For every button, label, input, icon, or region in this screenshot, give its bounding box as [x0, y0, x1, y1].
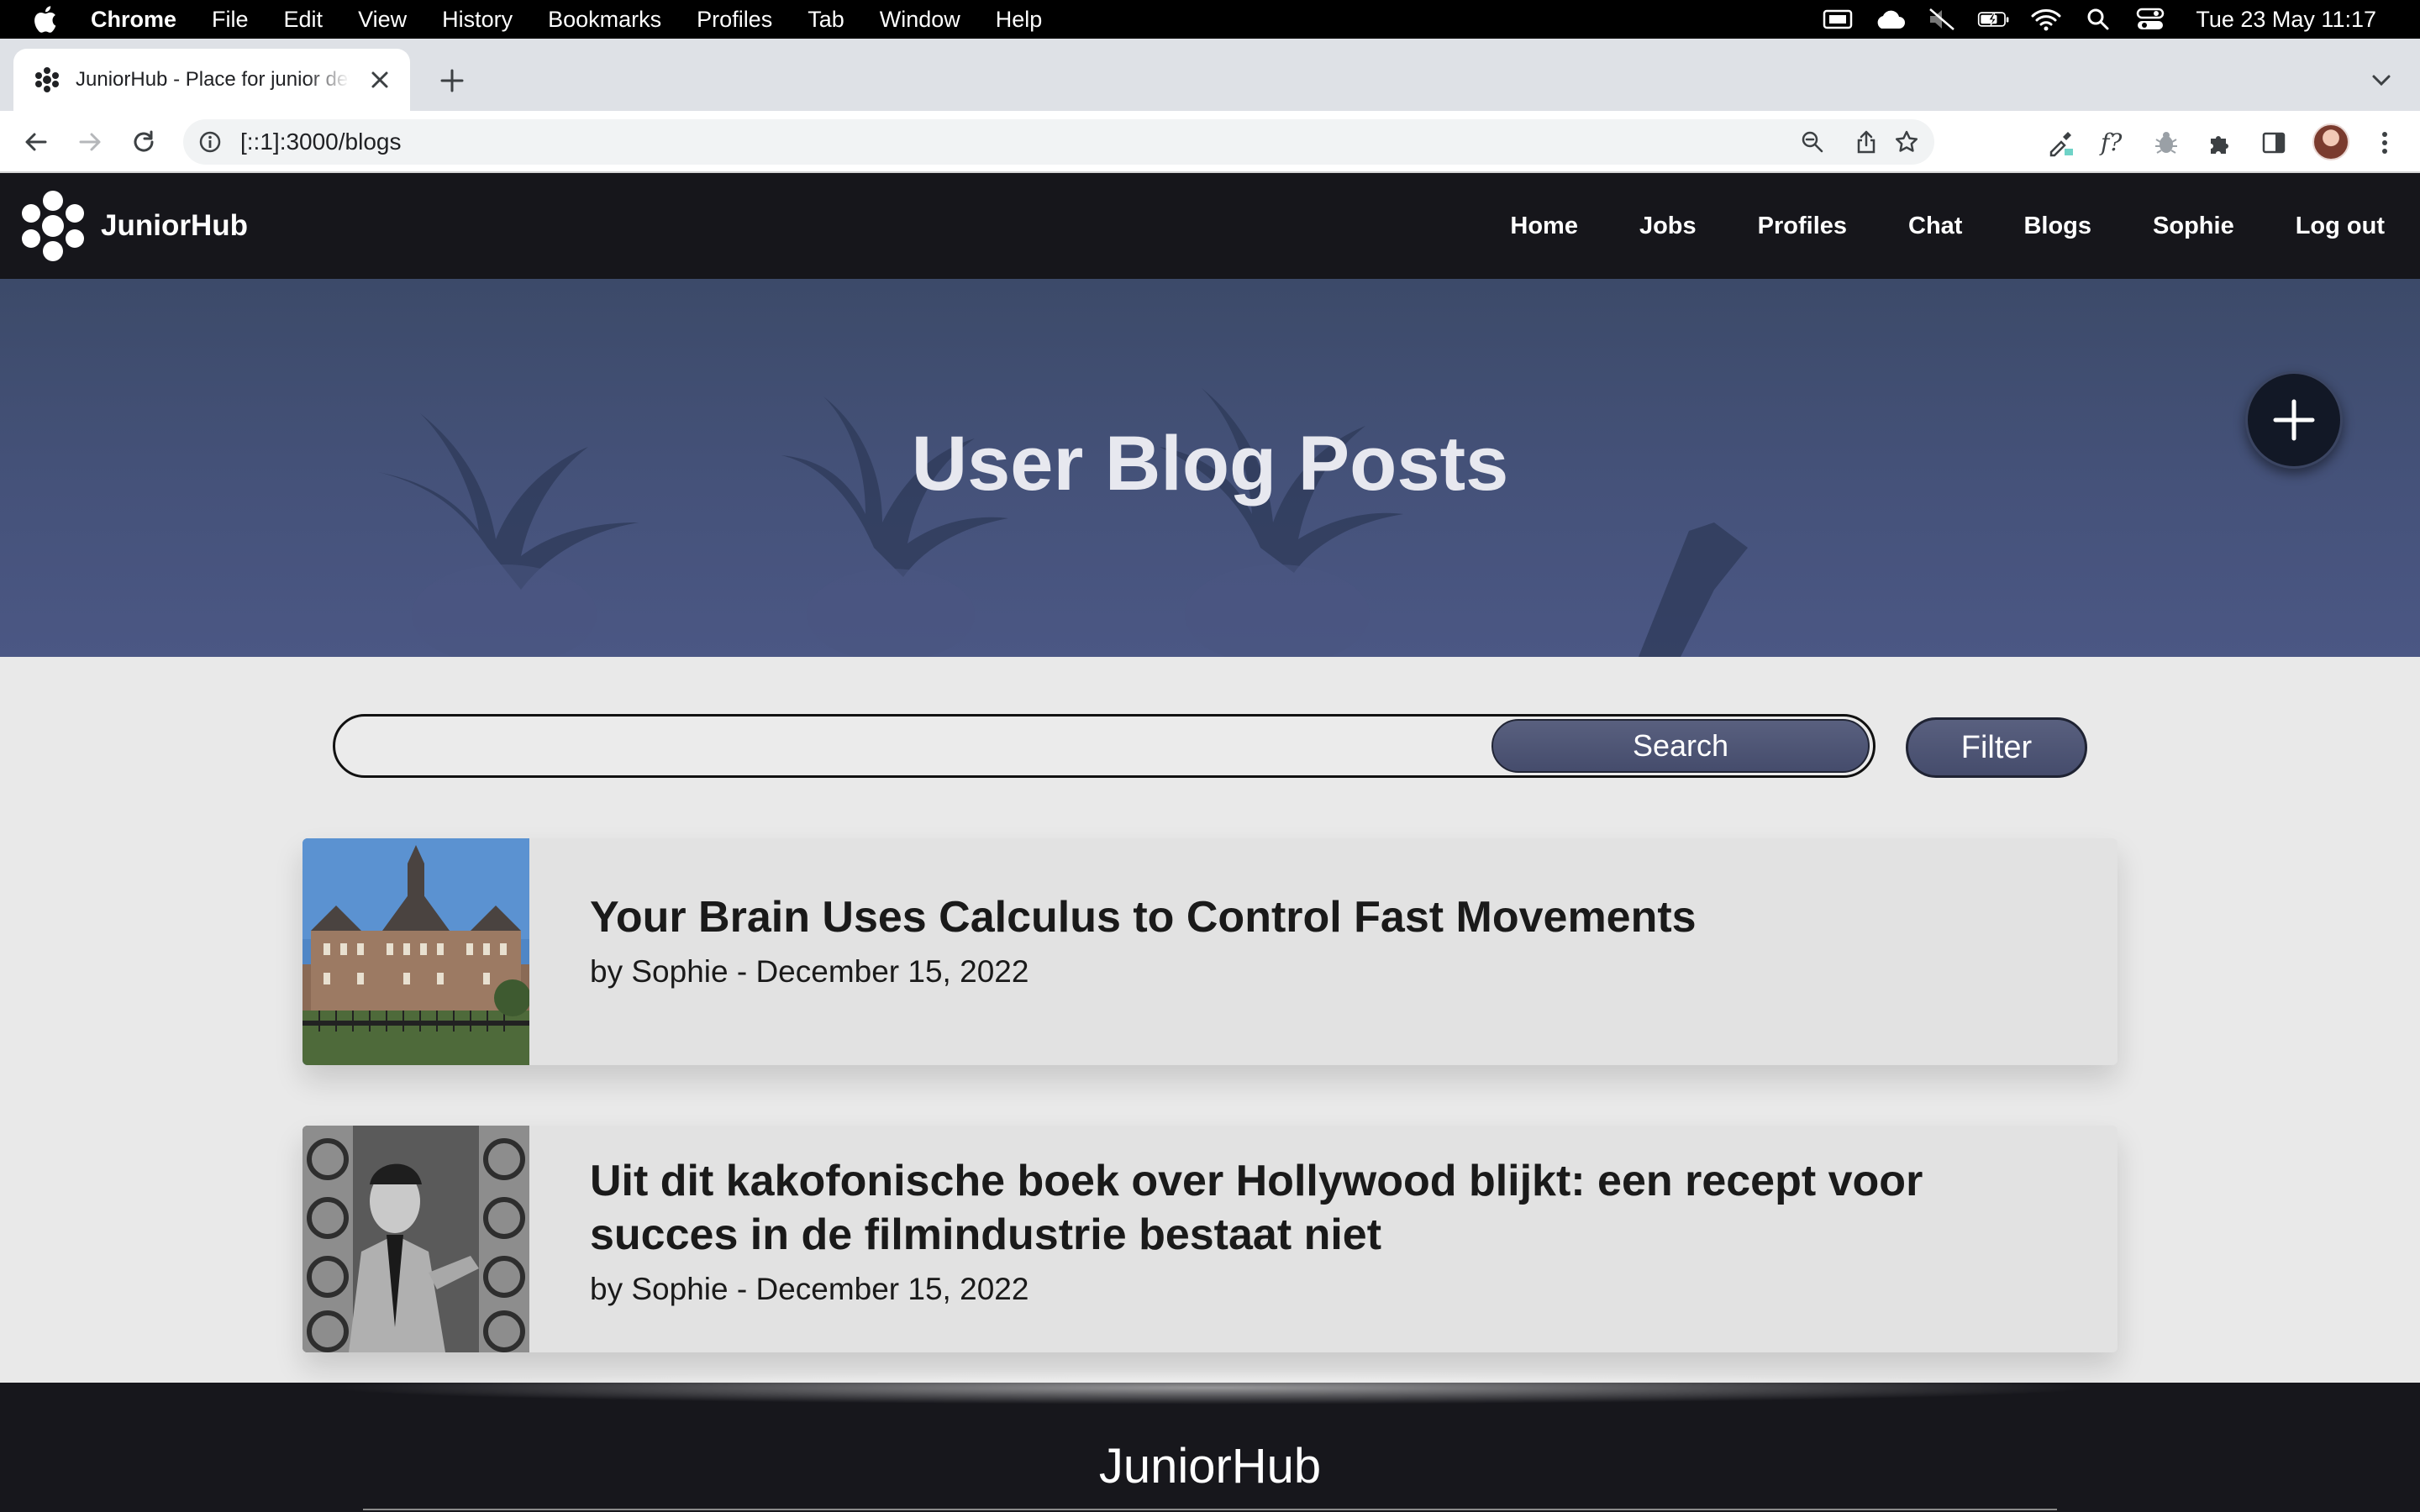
mute-icon[interactable]: [1925, 7, 1959, 32]
svg-text:f?: f?: [2099, 129, 2123, 156]
macos-menubar: Chrome File Edit View History Bookmarks …: [0, 0, 2420, 39]
menu-file[interactable]: File: [212, 7, 249, 33]
font-extension-icon[interactable]: f?: [2097, 126, 2131, 160]
blog-post-title[interactable]: Your Brain Uses Calculus to Control Fast…: [590, 890, 2067, 944]
zoom-icon[interactable]: [1800, 129, 1825, 155]
display-icon[interactable]: [1821, 7, 1854, 32]
bookmark-star-icon[interactable]: [1894, 129, 1919, 155]
footer-brand: JuniorHub: [1098, 1439, 1322, 1494]
brand-home-link[interactable]: JuniorHub: [15, 188, 248, 264]
blog-post-title[interactable]: Uit dit kakofonische boek over Hollywood…: [590, 1154, 2067, 1262]
search-input[interactable]: [352, 725, 1478, 767]
nav-link-profiles[interactable]: Profiles: [1758, 213, 1847, 240]
menu-help[interactable]: Help: [996, 7, 1043, 33]
menu-view[interactable]: View: [358, 7, 407, 33]
brand-name: JuniorHub: [101, 209, 248, 242]
site-info-icon[interactable]: [198, 130, 222, 154]
blog-post-meta: by Sophie - December 15, 2022: [590, 1272, 1029, 1306]
blog-post-card[interactable]: Your Brain Uses Calculus to Control Fast…: [302, 838, 2118, 1065]
reload-icon[interactable]: [128, 126, 160, 158]
browser-tab-strip: JuniorHub - Place for junior developers: [0, 39, 2420, 111]
nav-link-blogs[interactable]: Blogs: [2023, 213, 2091, 240]
address-bar-url[interactable]: [::1]:3000/blogs: [240, 119, 401, 165]
footer-divider: [363, 1509, 2057, 1510]
control-center-icon[interactable]: [2133, 7, 2167, 32]
blog-post-card[interactable]: Uit dit kakofonische boek over Hollywood…: [302, 1126, 2118, 1352]
tab-search-chevron-down-icon[interactable]: [2368, 67, 2395, 94]
site-navbar: JuniorHub Home Jobs Profiles Chat Blogs …: [0, 173, 2420, 279]
add-blog-post-button[interactable]: [2245, 371, 2343, 469]
menu-window[interactable]: Window: [880, 7, 960, 33]
juniorhub-logo-icon: [15, 188, 91, 264]
menu-app-chrome[interactable]: Chrome: [91, 7, 176, 33]
menu-bookmarks[interactable]: Bookmarks: [548, 7, 661, 33]
plus-icon: [2273, 399, 2315, 441]
menu-history[interactable]: History: [442, 7, 513, 33]
hero-banner: User Blog Posts: [0, 279, 2420, 657]
new-tab-plus-icon[interactable]: [435, 64, 469, 97]
wifi-icon[interactable]: [2029, 7, 2063, 32]
apple-logo-icon[interactable]: [32, 3, 60, 35]
menubar-clock[interactable]: Tue 23 May 11:17: [2196, 7, 2376, 33]
address-bar[interactable]: [::1]:3000/blogs: [183, 119, 1934, 165]
browser-tab-active[interactable]: JuniorHub - Place for junior developers: [13, 49, 410, 111]
nav-link-user-sophie[interactable]: Sophie: [2153, 213, 2234, 240]
menu-edit[interactable]: Edit: [284, 7, 324, 33]
filter-button[interactable]: Filter: [1906, 717, 2087, 778]
chrome-menu-kebab-icon[interactable]: [2368, 126, 2402, 160]
palace-photo-thumbnail[interactable]: [302, 838, 529, 1065]
browser-toolbar: [::1]:3000/blogs f?: [0, 111, 2420, 173]
extensions-puzzle-icon[interactable]: [2203, 126, 2237, 160]
spotlight-search-icon[interactable]: [2081, 7, 2115, 32]
blog-post-meta: by Sophie - December 15, 2022: [590, 954, 1029, 989]
nav-link-home[interactable]: Home: [1510, 213, 1578, 240]
nav-link-jobs[interactable]: Jobs: [1639, 213, 1697, 240]
juniorhub-favicon-icon: [34, 66, 60, 93]
blog-post-text: Your Brain Uses Calculus to Control Fast…: [590, 890, 2067, 990]
close-tab-icon[interactable]: [368, 68, 392, 92]
browser-tab-title: JuniorHub - Place for junior developers: [76, 68, 350, 91]
menu-profiles[interactable]: Profiles: [697, 7, 772, 33]
footer-glow-decoration: [319, 1371, 2101, 1404]
search-button[interactable]: Search: [1491, 719, 1870, 773]
search-form: Search: [333, 714, 1876, 778]
bug-extension-icon[interactable]: [2149, 126, 2183, 160]
nav-links: Home Jobs Profiles Chat Blogs Sophie Log…: [1449, 173, 2385, 279]
side-panel-icon[interactable]: [2257, 126, 2291, 160]
menu-tab[interactable]: Tab: [808, 7, 844, 33]
blog-post-text: Uit dit kakofonische boek over Hollywood…: [590, 1154, 2067, 1307]
back-arrow-icon[interactable]: [20, 126, 52, 158]
forward-arrow-icon[interactable]: [74, 126, 106, 158]
battery-icon[interactable]: [1977, 7, 2011, 32]
profile-avatar[interactable]: [2312, 123, 2349, 160]
nav-link-chat[interactable]: Chat: [1908, 213, 1962, 240]
nav-link-logout[interactable]: Log out: [2296, 213, 2385, 240]
eyedropper-extension-icon[interactable]: [2044, 126, 2077, 160]
page-title: User Blog Posts: [911, 421, 1509, 507]
menubar-status-area: Tue 23 May 11:17: [1802, 0, 2376, 39]
share-icon[interactable]: [1854, 129, 1879, 155]
cloud-icon[interactable]: [1873, 7, 1907, 32]
film-archive-portrait-photo-thumbnail[interactable]: [302, 1126, 529, 1352]
